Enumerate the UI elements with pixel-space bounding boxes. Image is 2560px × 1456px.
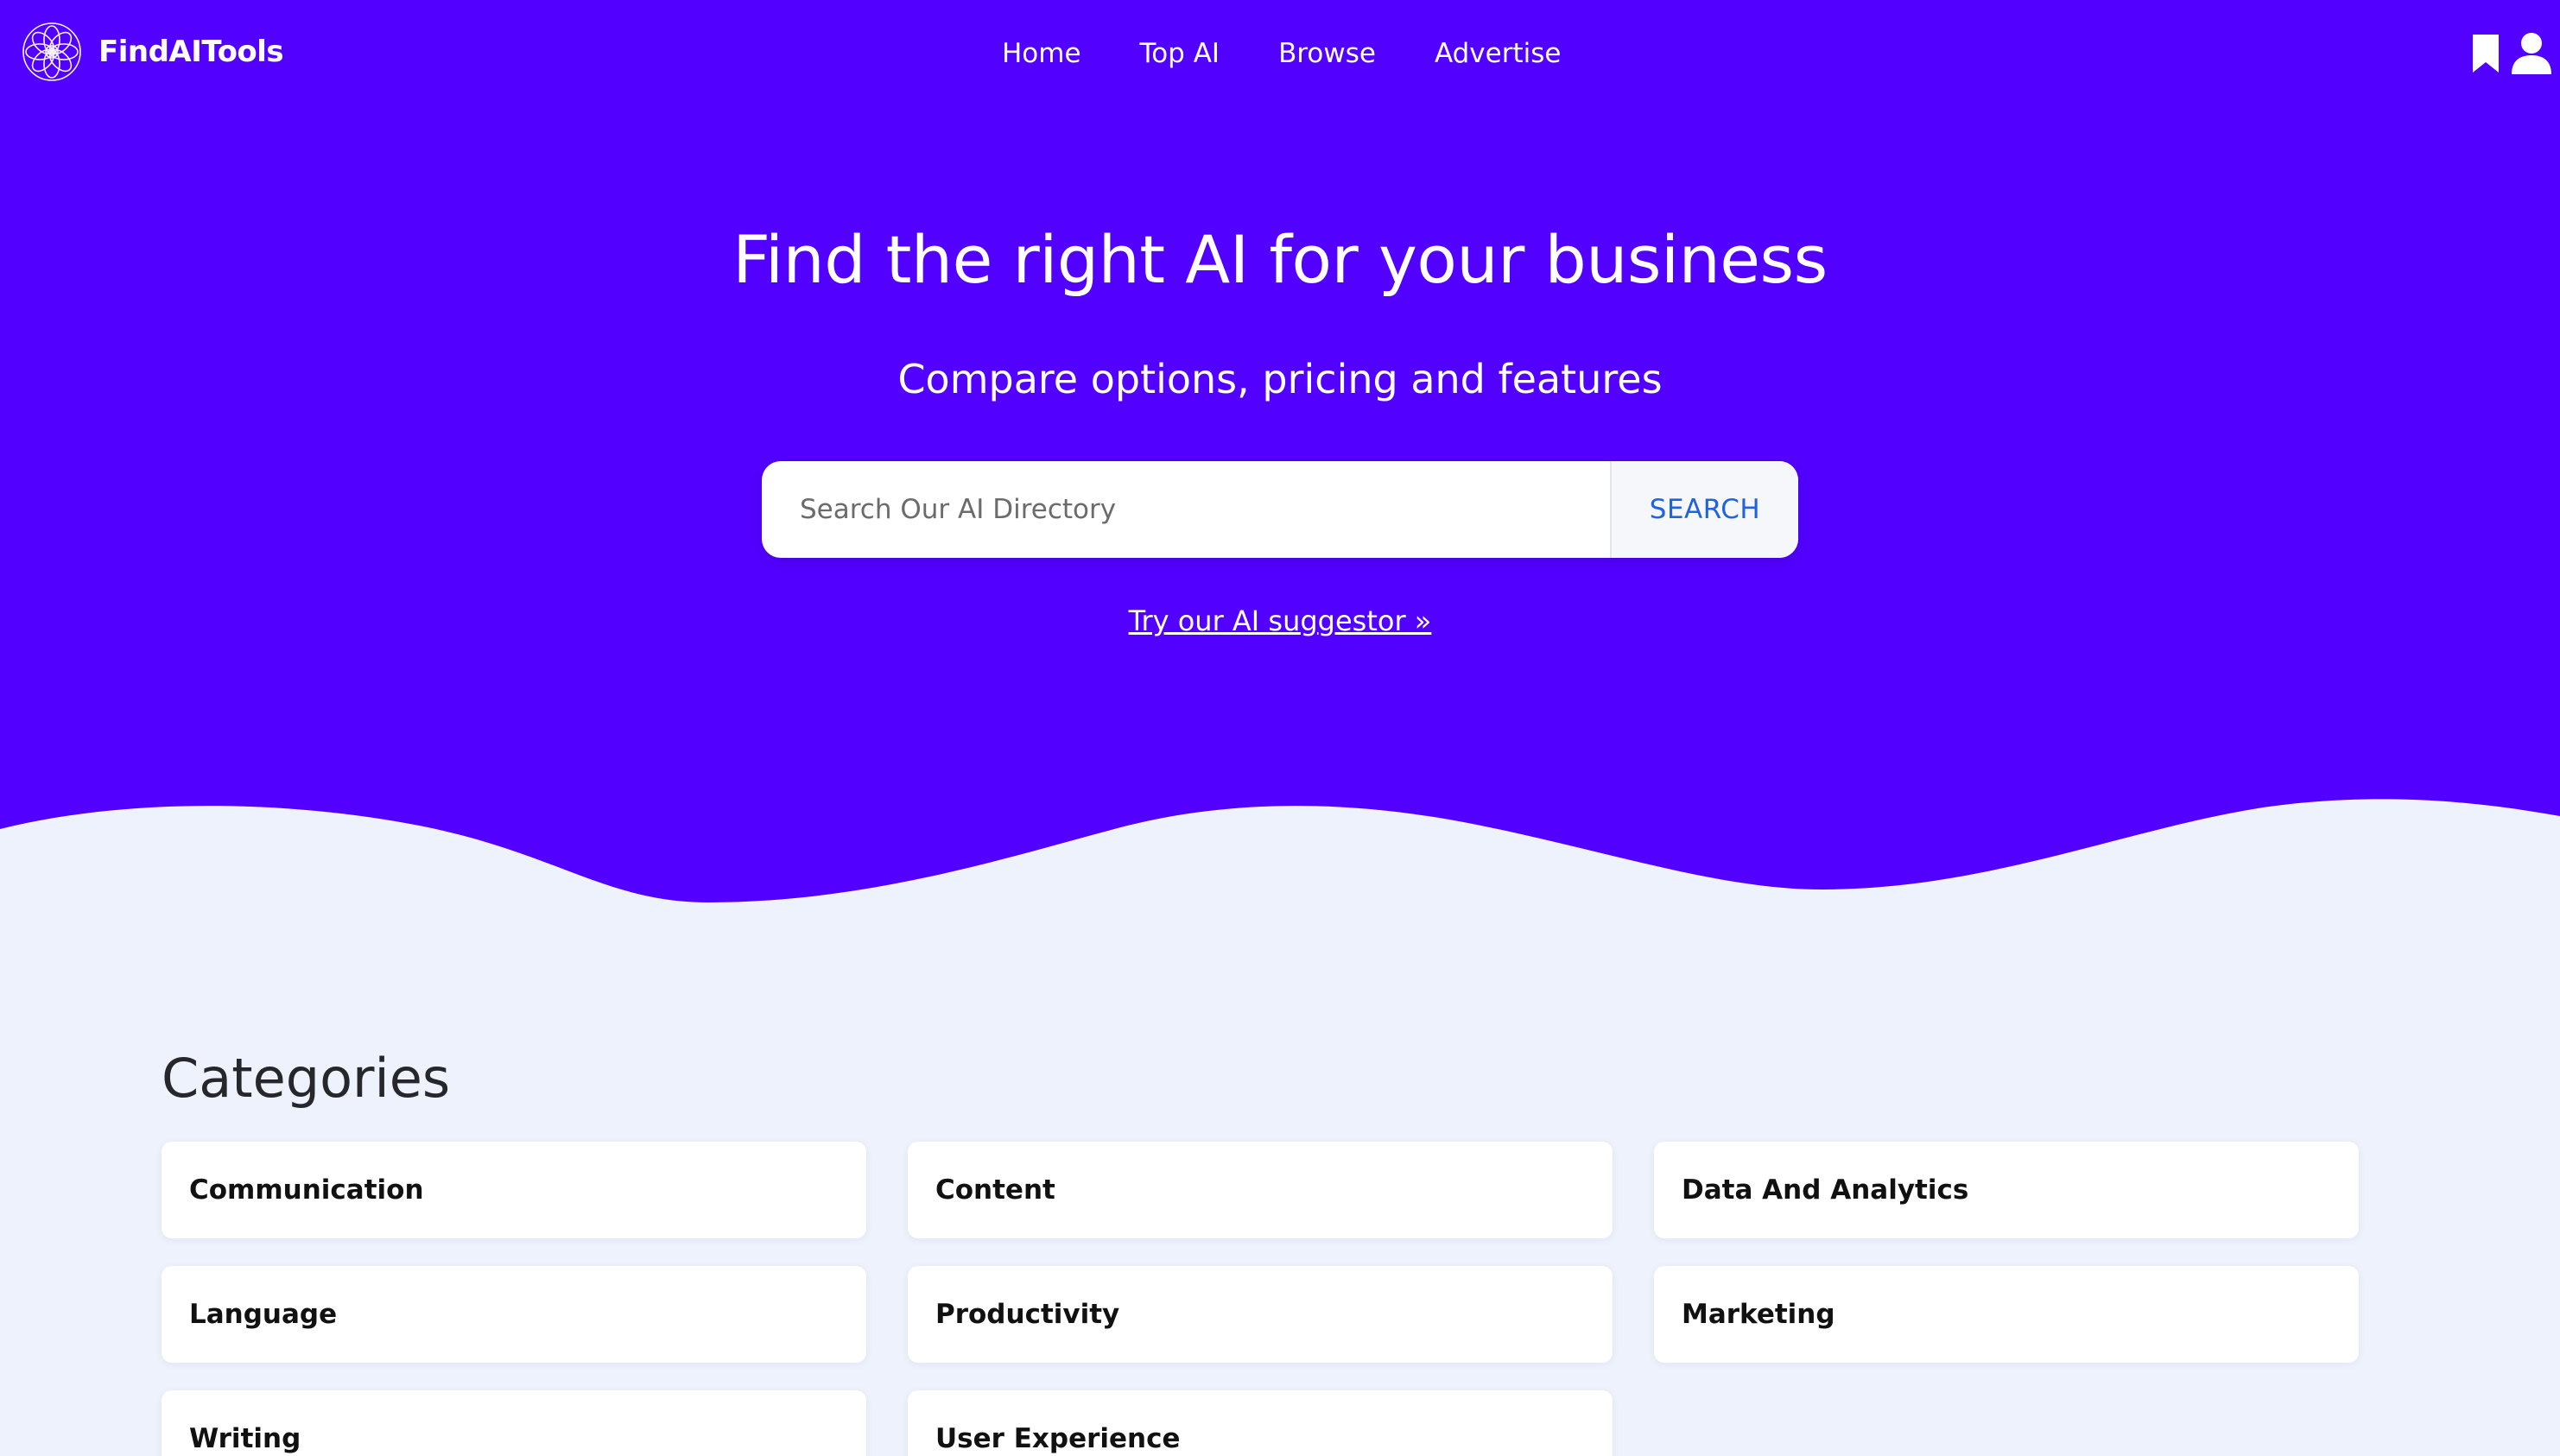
search-input[interactable] (762, 461, 1610, 558)
suggestor-link-wrapper: Try our AI suggestor » (0, 605, 2560, 637)
flower-logo-icon (22, 22, 81, 81)
category-grid: Communication Content Data And Analytics… (162, 1142, 2360, 1456)
bookmark-icon[interactable] (2468, 31, 2503, 76)
category-label: Productivity (935, 1299, 1120, 1330)
category-card-user-experience[interactable]: User Experience (908, 1390, 1613, 1456)
category-card-productivity[interactable]: Productivity (908, 1266, 1613, 1363)
category-card-data-and-analytics[interactable]: Data And Analytics (1654, 1142, 2359, 1238)
category-card-language[interactable]: Language (162, 1266, 866, 1363)
category-card-communication[interactable]: Communication (162, 1142, 866, 1238)
category-label: Writing (189, 1423, 301, 1454)
ai-suggestor-link[interactable]: Try our AI suggestor » (1129, 605, 1432, 637)
nav-link-browse[interactable]: Browse (1278, 38, 1376, 69)
wave-divider (0, 799, 2560, 915)
navbar: FindAITools Home Top AI Browse Advertise (0, 0, 2560, 107)
nav-link-home[interactable]: Home (1002, 38, 1081, 69)
category-label: Language (189, 1299, 338, 1330)
category-label: Data And Analytics (1682, 1174, 1969, 1206)
nav-link-advertise[interactable]: Advertise (1435, 38, 1562, 69)
search-button[interactable]: SEARCH (1610, 461, 1798, 558)
main-nav: Home Top AI Browse Advertise (1002, 31, 1561, 76)
category-label: User Experience (935, 1423, 1181, 1454)
hero-subtitle: Compare options, pricing and features (897, 356, 1663, 402)
category-label: Communication (189, 1174, 424, 1206)
category-label: Content (935, 1174, 1055, 1206)
user-icon[interactable] (2510, 31, 2553, 76)
hero-title: Find the right AI for your business (732, 221, 1828, 298)
brand-name: FindAITools (98, 35, 284, 69)
categories-heading: Categories (162, 1047, 451, 1110)
search-box: SEARCH (762, 461, 1798, 558)
nav-link-top-ai[interactable]: Top AI (1140, 38, 1220, 69)
page: FindAITools Home Top AI Browse Advertise… (0, 0, 2560, 1456)
brand-link[interactable]: FindAITools (21, 21, 284, 83)
category-card-writing[interactable]: Writing (162, 1390, 866, 1456)
hero-section (0, 0, 2560, 915)
category-card-content[interactable]: Content (908, 1142, 1613, 1238)
category-label: Marketing (1682, 1299, 1835, 1330)
category-card-marketing[interactable]: Marketing (1654, 1266, 2359, 1363)
